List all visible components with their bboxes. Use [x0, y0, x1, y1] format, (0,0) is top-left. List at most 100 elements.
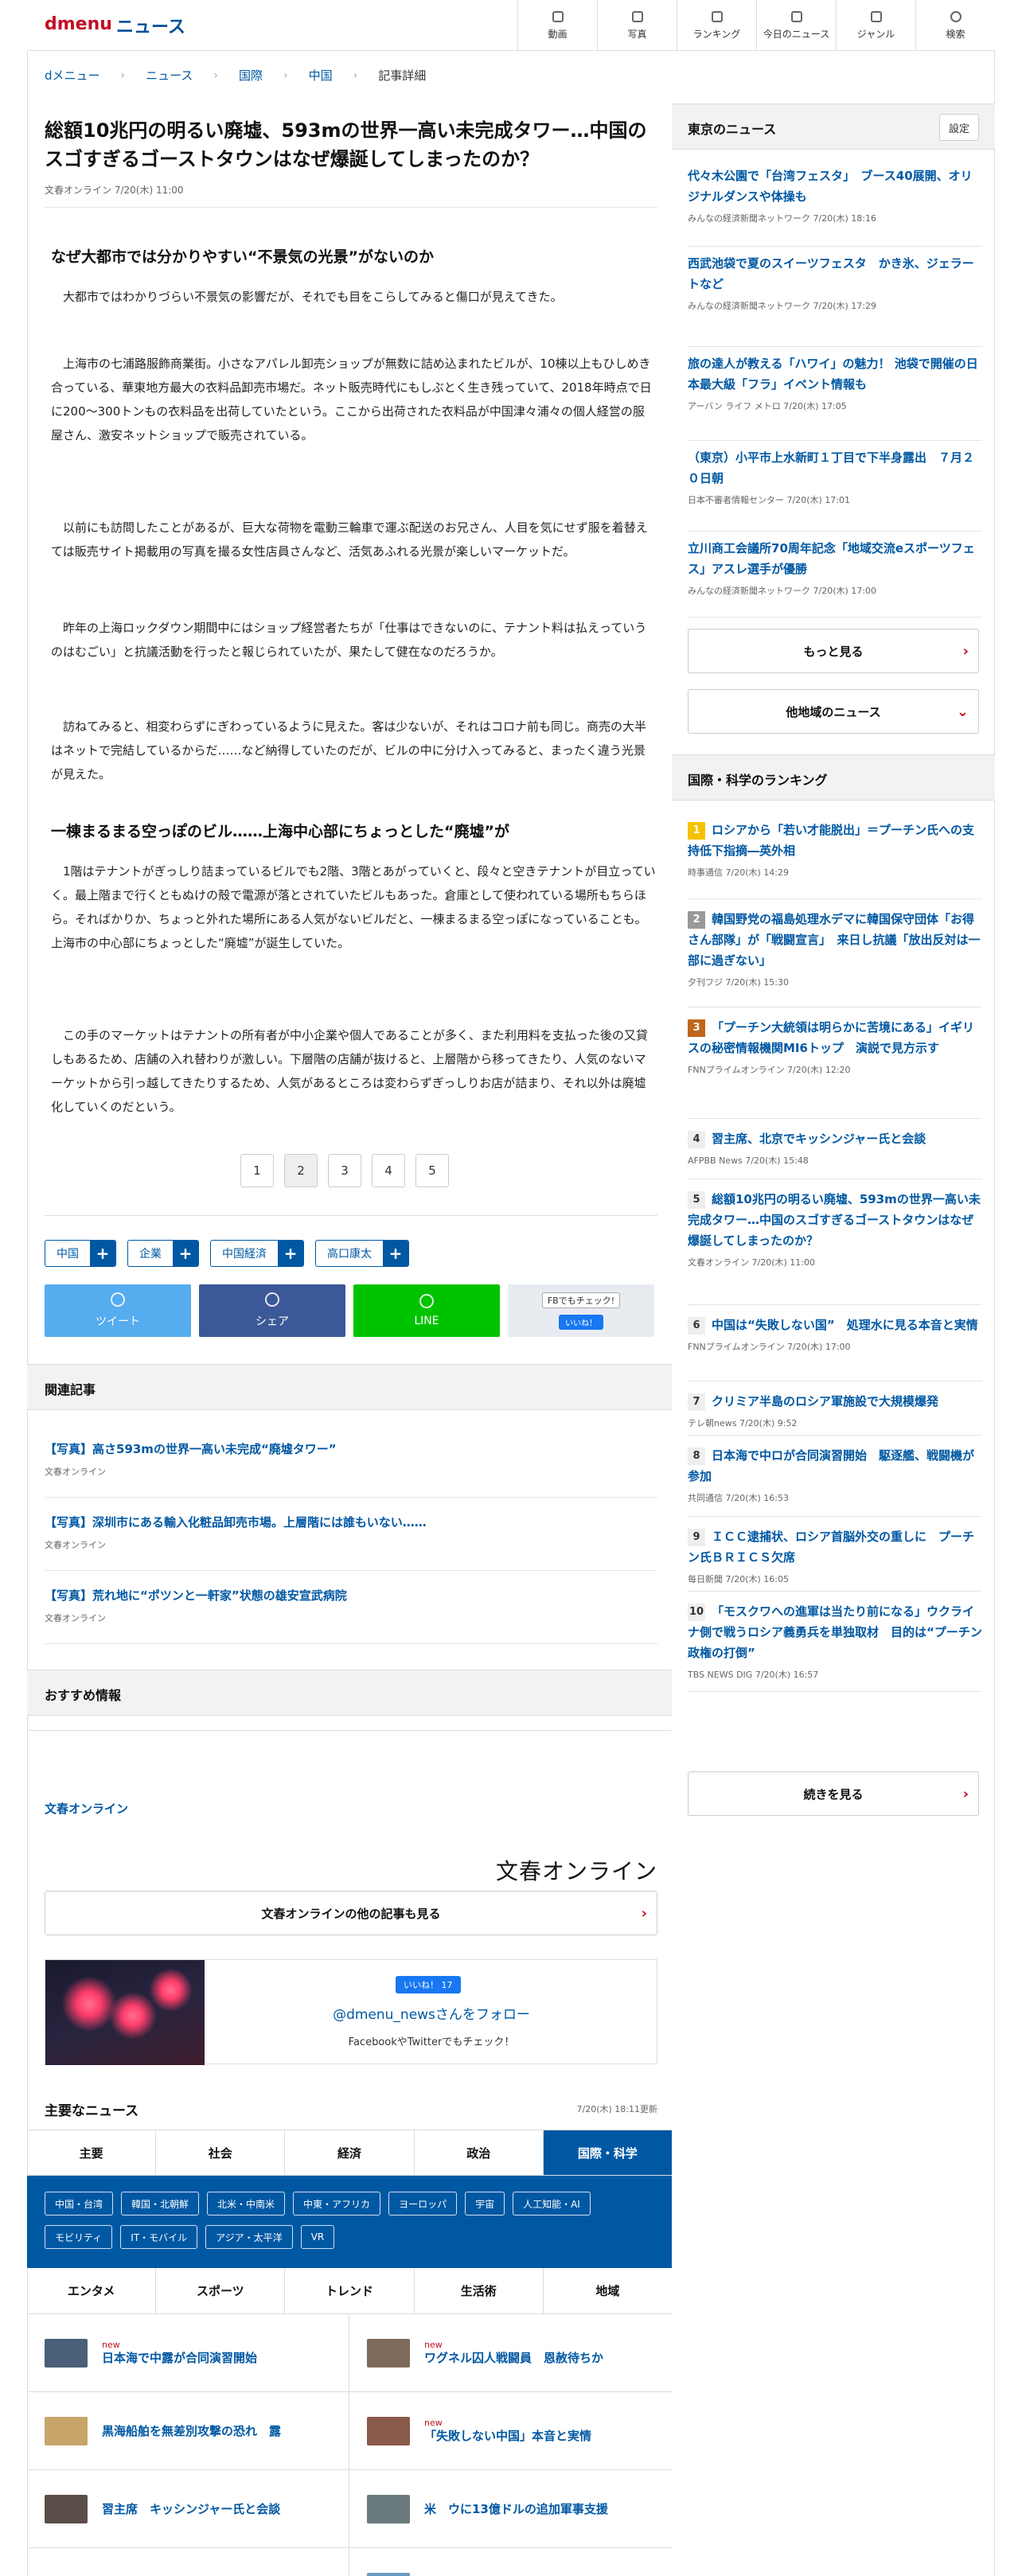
other-region-button[interactable]: 他地域のニュース ⌄: [688, 689, 979, 734]
follow-title[interactable]: @dmenu_newsさんをフォロー: [205, 2003, 658, 2023]
news-title[interactable]: 日本海で中露が合同演習開始: [102, 2350, 257, 2366]
page-link[interactable]: 5: [415, 1154, 449, 1187]
header-nav-item[interactable]: ジャンル: [836, 0, 915, 51]
tab-エンタメ[interactable]: エンタメ: [27, 2268, 157, 2313]
ranking-title-row[interactable]: 6 中国は“失敗しない国” 処理水に見る本音と実情: [688, 1315, 982, 1335]
related-item[interactable]: 【写真】荒れ地に“ポツンと一軒家”状態の雄安宣武病院 文春オンライン: [45, 1571, 657, 1644]
breadcrumb-item[interactable]: 中国: [309, 67, 333, 84]
ranking-title[interactable]: ＩＣＣ逮捕状、ロシア首脳外交の重しに プーチン氏ＢＲＩＣＳ欠席: [688, 1530, 974, 1565]
news-title[interactable]: 米 ウに13億ドルの追加軍事支援: [424, 2501, 608, 2517]
category-chip[interactable]: 中東・アフリカ: [293, 2192, 381, 2216]
tweet-button[interactable]: ツイート: [45, 1284, 191, 1337]
page-link[interactable]: 2: [284, 1154, 318, 1187]
ranking-title[interactable]: 「モスクワへの進軍は当たり前になる」ウクライナ側で戦うロシア義勇兵を単独取材 目…: [688, 1604, 982, 1660]
plus-icon[interactable]: +: [90, 1241, 115, 1266]
breadcrumb-item[interactable]: 国際: [239, 67, 263, 84]
breadcrumb-item[interactable]: ニュース: [146, 67, 193, 84]
tab-地域[interactable]: 地域: [544, 2268, 672, 2313]
ranking-item[interactable]: 8 日本海で中ロが合同演習開始 駆逐艦、戦闘機が参加 共同通信 7/20(木) 16…: [688, 1436, 982, 1517]
bunshun-logo[interactable]: 文春オンライン: [496, 1854, 657, 1886]
ranking-item[interactable]: 10 「モスクワへの進軍は当たり前になる」ウクライナ側で戦うロシア義勇兵を単独取材…: [688, 1592, 982, 1692]
news-title[interactable]: 「失敗しない中国」本音と実情: [424, 2428, 591, 2444]
ranking-item[interactable]: 5 総額10兆円の明るい廃墟、593mの世界一高い未完成タワー…中国のスゴすぎるゴ…: [688, 1179, 982, 1305]
news-item[interactable]: 黒海船舶を無差別攻撃の恐れ 露: [27, 2392, 349, 2470]
ranking-title-row[interactable]: 3 「プーチン大統領は明らかに苦境にある」イギリスの秘密情報機関MI6トップ 演説…: [688, 1017, 982, 1058]
tag-item[interactable]: 中国 +: [45, 1240, 116, 1267]
tab-政治[interactable]: 政治: [415, 2130, 544, 2175]
ranking-item[interactable]: 6 中国は“失敗しない国” 処理水に見る本音と実情 FNNプライムオンライン 7/2…: [688, 1305, 982, 1382]
plus-icon[interactable]: +: [383, 1241, 408, 1266]
page-link[interactable]: 3: [328, 1154, 361, 1187]
header-nav-item[interactable]: 今日のニュース: [756, 0, 836, 51]
related-title[interactable]: 【写真】荒れ地に“ポツンと一軒家”状態の雄安宣武病院: [45, 1587, 657, 1604]
tab-スポーツ[interactable]: スポーツ: [156, 2268, 286, 2313]
ranking-item[interactable]: 1 ロシアから「若い才能脱出」＝プーチン氏への支持低下指摘―英外相 時事通信 7/2…: [688, 810, 982, 899]
line-share-button[interactable]: LINE: [353, 1284, 500, 1337]
ranking-title-row[interactable]: 8 日本海で中ロが合同演習開始 駆逐艦、戦闘機が参加: [688, 1445, 982, 1487]
local-news-title[interactable]: 西武池袋で夏のスイーツフェスタ かき氷、ジェラートなど: [688, 253, 982, 294]
ranking-item[interactable]: 9 ＩＣＣ逮捕状、ロシア首脳外交の重しに プーチン氏ＢＲＩＣＳ欠席 毎日新聞 7/2…: [688, 1517, 982, 1592]
category-chip[interactable]: 韓国・北朝鮮: [121, 2192, 200, 2216]
plus-icon[interactable]: +: [278, 1241, 303, 1266]
related-title[interactable]: 【写真】高さ593mの世界一高い未完成“廃墟タワー”: [45, 1440, 657, 1457]
ranking-title-row[interactable]: 1 ロシアから「若い才能脱出」＝プーチン氏への支持低下指摘―英外相: [688, 820, 982, 861]
category-chip[interactable]: モビリティ: [45, 2225, 113, 2249]
tab-生活術[interactable]: 生活術: [415, 2268, 544, 2313]
tag-item[interactable]: 企業 +: [127, 1240, 199, 1267]
bunshun-more-button[interactable]: 文春オンラインの他の記事も見る ›: [45, 1891, 657, 1935]
ranking-title[interactable]: 韓国野党の福島処理水デマに韓国保守団体「お得さん部隊」が「戦闘宣言」 来日し抗議…: [688, 912, 981, 968]
local-news-title[interactable]: 立川商工会議所70周年記念「地域交流eスポーツフェス」アスレ選手が優勝: [688, 538, 982, 579]
header-nav-item[interactable]: 検索: [915, 0, 995, 51]
ranking-title-row[interactable]: 2 韓国野党の福島処理水デマに韓国保守団体「お得さん部隊」が「戦闘宣言」 来日し抗…: [688, 909, 982, 971]
news-item[interactable]: 米 ウに13億ドルの追加軍事支援: [349, 2470, 672, 2548]
local-news-title[interactable]: 旅の達人が教える「ハワイ」の魅力！ 池袋で開催の日本最大級「フラ」イベント情報も: [688, 353, 982, 395]
local-news-item[interactable]: （東京）小平市上水新町１丁目で下半身露出 ７月２０日朝 日本不審者情報センター 7…: [688, 441, 982, 532]
header-nav-item[interactable]: 写真: [597, 0, 677, 51]
ranking-title[interactable]: 総額10兆円の明るい廃墟、593mの世界一高い未完成タワー…中国のスゴすぎるゴー…: [688, 1192, 981, 1248]
plus-icon[interactable]: +: [173, 1241, 198, 1266]
ranking-title[interactable]: 日本海で中ロが合同演習開始 駆逐艦、戦闘機が参加: [688, 1448, 974, 1483]
settings-button[interactable]: 設定: [939, 114, 979, 141]
news-item[interactable]: new ワグネル囚人戦闘員 恩赦待ちか: [349, 2314, 672, 2392]
facebook-share-button[interactable]: シェア: [199, 1284, 345, 1337]
news-title[interactable]: ワグネル囚人戦闘員 恩赦待ちか: [424, 2350, 603, 2366]
news-title[interactable]: 習主席 キッシンジャー氏と会談: [102, 2501, 280, 2517]
tab-国際・科学[interactable]: 国際・科学: [543, 2130, 673, 2175]
related-item[interactable]: 【写真】深圳市にある輸入化粧品卸売市場。上層階には誰もいない…… 文春オンライン: [45, 1498, 657, 1571]
category-chip[interactable]: 人工知能・AI: [513, 2192, 591, 2216]
ranking-title-row[interactable]: 5 総額10兆円の明るい廃墟、593mの世界一高い未完成タワー…中国のスゴすぎるゴ…: [688, 1189, 982, 1251]
tab-主要[interactable]: 主要: [27, 2130, 157, 2175]
more-local-button[interactable]: もっと見る ›: [688, 629, 979, 673]
category-chip[interactable]: 宇宙: [465, 2192, 505, 2216]
news-item[interactable]: 世界最大出力の風力発電機 中国: [349, 2548, 672, 2576]
page-link[interactable]: 1: [240, 1154, 274, 1187]
ranking-more-button[interactable]: 続きを見る ›: [688, 1771, 979, 1816]
news-item[interactable]: 若い才能ロシア脱出 支持離れか: [27, 2548, 349, 2576]
tab-トレンド[interactable]: トレンド: [285, 2268, 415, 2313]
header-nav-item[interactable]: ランキング: [677, 0, 756, 51]
local-news-item[interactable]: 旅の達人が教える「ハワイ」の魅力！ 池袋で開催の日本最大級「フラ」イベント情報も…: [688, 347, 982, 441]
ranking-title[interactable]: 「プーチン大統領は明らかに苦境にある」イギリスの秘密情報機関MI6トップ 演説で…: [688, 1020, 974, 1055]
ranking-item[interactable]: 4 習主席、北京でキッシンジャー氏と会談 AFPBB News 7/20(木) 15…: [688, 1119, 982, 1179]
ranking-item[interactable]: 2 韓国野党の福島処理水デマに韓国保守団体「お得さん部隊」が「戦闘宣言」 来日し抗…: [688, 899, 982, 1007]
ranking-title-row[interactable]: 7 クリミア半島のロシア軍施設で大規模爆発: [688, 1391, 982, 1412]
ranking-item[interactable]: 3 「プーチン大統領は明らかに苦境にある」イギリスの秘密情報機関MI6トップ 演説…: [688, 1007, 982, 1119]
news-section-title[interactable]: ニュース: [116, 13, 185, 38]
related-title[interactable]: 【写真】深圳市にある輸入化粧品卸売市場。上層階には誰もいない……: [45, 1514, 657, 1530]
header-nav-item[interactable]: 動画: [517, 0, 597, 51]
category-chip[interactable]: アジア・太平洋: [205, 2225, 293, 2249]
page-link[interactable]: 4: [372, 1154, 405, 1187]
fb-like-button[interactable]: いいね！: [559, 1314, 603, 1330]
category-chip[interactable]: VR: [300, 2225, 335, 2249]
news-item[interactable]: new 日本海で中露が合同演習開始: [27, 2314, 349, 2392]
related-item[interactable]: 【写真】高さ593mの世界一高い未完成“廃墟タワー” 文春オンライン: [45, 1424, 657, 1498]
news-title[interactable]: 黒海船舶を無差別攻撃の恐れ 露: [102, 2423, 281, 2439]
ranking-title[interactable]: クリミア半島のロシア軍施設で大規模爆発: [712, 1394, 938, 1409]
ranking-title[interactable]: ロシアから「若い才能脱出」＝プーチン氏への支持低下指摘―英外相: [688, 823, 974, 858]
category-chip[interactable]: ヨーロッパ: [388, 2192, 458, 2216]
category-chip[interactable]: 中国・台湾: [45, 2192, 114, 2216]
tag-item[interactable]: 高口康太 +: [315, 1240, 409, 1267]
ranking-title-row[interactable]: 4 習主席、北京でキッシンジャー氏と会談: [688, 1128, 982, 1149]
dmenu-logo[interactable]: dmenu: [45, 14, 112, 34]
news-item[interactable]: 習主席 キッシンジャー氏と会談: [27, 2470, 349, 2548]
